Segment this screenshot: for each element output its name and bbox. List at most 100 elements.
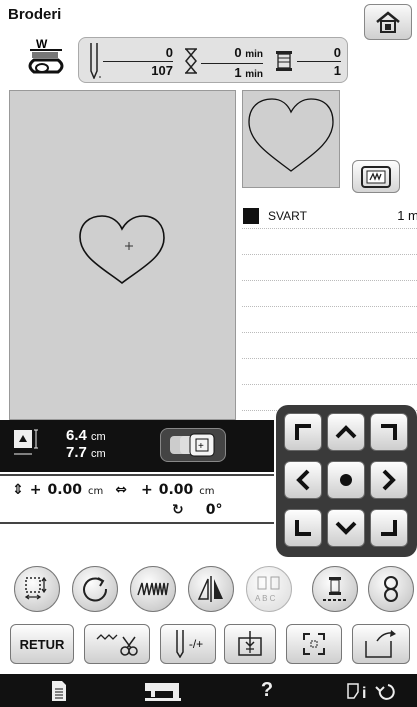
chevron-right-icon bbox=[382, 469, 396, 491]
move-left-button[interactable] bbox=[284, 461, 322, 499]
trial-button[interactable] bbox=[286, 624, 342, 664]
preview-zoom-button[interactable] bbox=[352, 160, 400, 193]
direction-pad bbox=[276, 405, 417, 557]
feed-label: -/+ bbox=[188, 637, 204, 651]
home-icon bbox=[376, 11, 400, 33]
size-height: 6.4 bbox=[66, 427, 87, 444]
empty-row bbox=[242, 281, 417, 307]
move-down-right-button[interactable] bbox=[370, 509, 408, 547]
empty-row bbox=[242, 255, 417, 281]
rotation-angle: 0° bbox=[205, 502, 223, 518]
corner-up-right-icon bbox=[381, 424, 397, 440]
thread-color-time: 1 min bbox=[397, 208, 417, 223]
stitch-total: 107 bbox=[151, 63, 173, 78]
corner-down-right-icon bbox=[381, 520, 397, 536]
center-dot-icon bbox=[340, 474, 352, 486]
vertical-sign: + bbox=[29, 482, 42, 498]
start-point-icon bbox=[238, 631, 262, 656]
thread-spool-icon bbox=[276, 51, 292, 71]
character-spacing-button: A B C bbox=[246, 566, 292, 612]
settings-button[interactable] bbox=[14, 674, 104, 707]
memory-button[interactable] bbox=[352, 624, 410, 664]
rotate-button[interactable] bbox=[72, 566, 118, 612]
time-current: 0 bbox=[234, 45, 242, 60]
home-button[interactable] bbox=[364, 4, 412, 40]
hoop-size-icon: + bbox=[170, 433, 215, 457]
heart-preview-icon bbox=[248, 98, 334, 172]
help-button[interactable]: ? bbox=[222, 674, 312, 707]
horizontal-arrow-icon: ⇔ bbox=[115, 482, 127, 498]
color-total: 1 bbox=[333, 63, 341, 78]
cut-jump-button[interactable] bbox=[84, 624, 150, 664]
empty-row bbox=[242, 359, 417, 385]
empty-row bbox=[242, 333, 417, 359]
resize-button[interactable] bbox=[14, 566, 60, 612]
start-point-button[interactable] bbox=[224, 624, 276, 664]
size-display: 6.4 cm 7.7 cm + bbox=[0, 420, 274, 472]
vertical-unit: cm bbox=[88, 486, 104, 497]
move-right-button[interactable] bbox=[370, 461, 408, 499]
list-item[interactable]: SVART 1 min bbox=[242, 203, 417, 229]
color-count: 0 1 bbox=[297, 46, 341, 77]
empty-row bbox=[242, 229, 417, 255]
presser-foot-icon: W bbox=[22, 36, 70, 82]
size-height-unit: cm bbox=[91, 431, 106, 443]
empty-row bbox=[242, 307, 417, 333]
horizontal-offset: 0.00 bbox=[158, 482, 194, 498]
thread-color-swatch bbox=[243, 207, 259, 224]
position-display: ⇕ + 0.00 cm ⇔ + 0.00 cm ↻ 0° bbox=[0, 474, 274, 524]
vertical-offset: 0.00 bbox=[47, 482, 83, 498]
page-icon bbox=[52, 680, 66, 701]
size-width-unit: cm bbox=[91, 448, 106, 460]
color-current: 0 bbox=[297, 46, 341, 62]
hoop-icon bbox=[361, 165, 391, 188]
repeat-button[interactable] bbox=[368, 566, 414, 612]
return-button[interactable]: RETUR bbox=[10, 624, 74, 664]
sewing-machine-icon bbox=[145, 682, 181, 701]
corner-up-left-icon bbox=[295, 424, 311, 440]
stitch-feed-button[interactable]: -/+ bbox=[160, 624, 216, 664]
density-button[interactable] bbox=[130, 566, 176, 612]
chevron-down-icon bbox=[335, 521, 357, 535]
move-down-button[interactable] bbox=[327, 509, 365, 547]
center-button[interactable] bbox=[327, 461, 365, 499]
chevron-up-icon bbox=[335, 425, 357, 439]
move-up-button[interactable] bbox=[327, 413, 365, 451]
thread-color-list: SVART 1 min bbox=[242, 203, 417, 420]
heart-pattern[interactable] bbox=[76, 213, 168, 287]
page-title: Broderi bbox=[8, 6, 62, 23]
move-down-left-button[interactable] bbox=[284, 509, 322, 547]
time-count: 0 min 1 min bbox=[201, 46, 263, 81]
svg-text:i: i bbox=[362, 685, 366, 702]
corner-down-left-icon bbox=[295, 520, 311, 536]
info-icon: i bbox=[346, 682, 395, 702]
hoop-size-button[interactable]: + bbox=[160, 428, 226, 462]
horizontal-sign: + bbox=[141, 482, 153, 498]
pattern-preview bbox=[242, 90, 340, 188]
footer-bar: ? i bbox=[0, 674, 417, 707]
mirror-button[interactable] bbox=[188, 566, 234, 612]
svg-text:A B C: A B C bbox=[255, 594, 276, 603]
hourglass-icon bbox=[185, 48, 197, 74]
thread-color-button[interactable] bbox=[312, 566, 358, 612]
return-label: RETUR bbox=[19, 636, 65, 652]
thread-color-name: SVART bbox=[268, 208, 307, 223]
size-width: 7.7 bbox=[66, 444, 87, 461]
time-total: 1 bbox=[234, 65, 242, 80]
embroidery-canvas[interactable] bbox=[9, 90, 236, 420]
move-up-right-button[interactable] bbox=[370, 413, 408, 451]
abc-spacing-icon: A B C bbox=[255, 576, 280, 603]
move-up-left-button[interactable] bbox=[284, 413, 322, 451]
needle-icon bbox=[90, 43, 101, 79]
info-button[interactable]: i bbox=[326, 674, 417, 707]
needle-feed-icon bbox=[176, 630, 184, 658]
vertical-arrow-icon: ⇕ bbox=[12, 482, 24, 498]
help-icon: ? bbox=[260, 679, 274, 701]
sewing-info-panel: 0 107 0 min 1 min 0 1 bbox=[78, 37, 348, 83]
memory-pocket-icon bbox=[365, 630, 396, 658]
horizontal-unit: cm bbox=[199, 486, 215, 497]
machine-button[interactable] bbox=[118, 674, 208, 707]
time-current-unit: min bbox=[245, 49, 263, 60]
svg-text:W: W bbox=[36, 37, 48, 51]
svg-text:+: + bbox=[198, 441, 204, 452]
